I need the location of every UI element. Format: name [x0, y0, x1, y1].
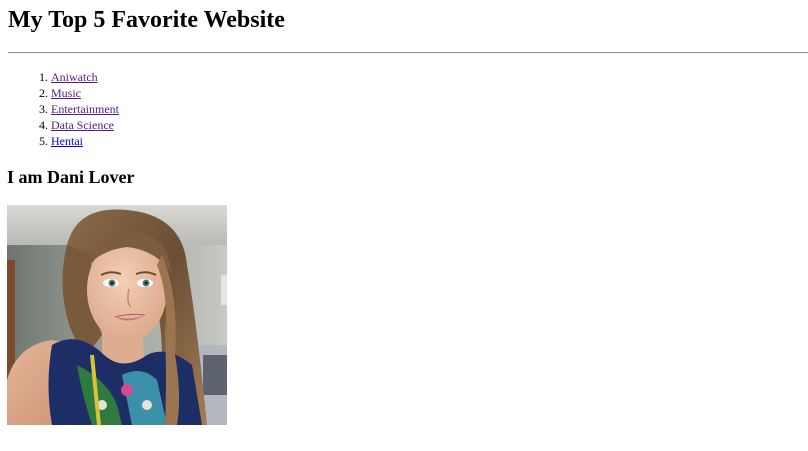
page-title: My Top 5 Favorite Website	[8, 7, 285, 33]
favorite-sites-list: Aniwatch Music Entertainment Data Scienc…	[8, 69, 119, 149]
list-item: Data Science	[51, 117, 119, 133]
link-music[interactable]: Music	[51, 86, 81, 100]
list-item: Music	[51, 85, 119, 101]
horizontal-divider	[8, 52, 808, 54]
portrait-photo	[7, 205, 227, 425]
section-heading: I am Dani Lover	[7, 167, 135, 187]
link-hentai[interactable]: Hentai	[51, 134, 83, 148]
portrait-illustration	[7, 205, 227, 425]
list-item: Entertainment	[51, 101, 119, 117]
list-item: Hentai	[51, 133, 119, 149]
page: My Top 5 Favorite Website Aniwatch Music…	[0, 0, 808, 451]
link-data-science[interactable]: Data Science	[51, 118, 114, 132]
list-item: Aniwatch	[51, 69, 119, 85]
link-aniwatch[interactable]: Aniwatch	[51, 70, 98, 84]
link-entertainment[interactable]: Entertainment	[51, 102, 119, 116]
